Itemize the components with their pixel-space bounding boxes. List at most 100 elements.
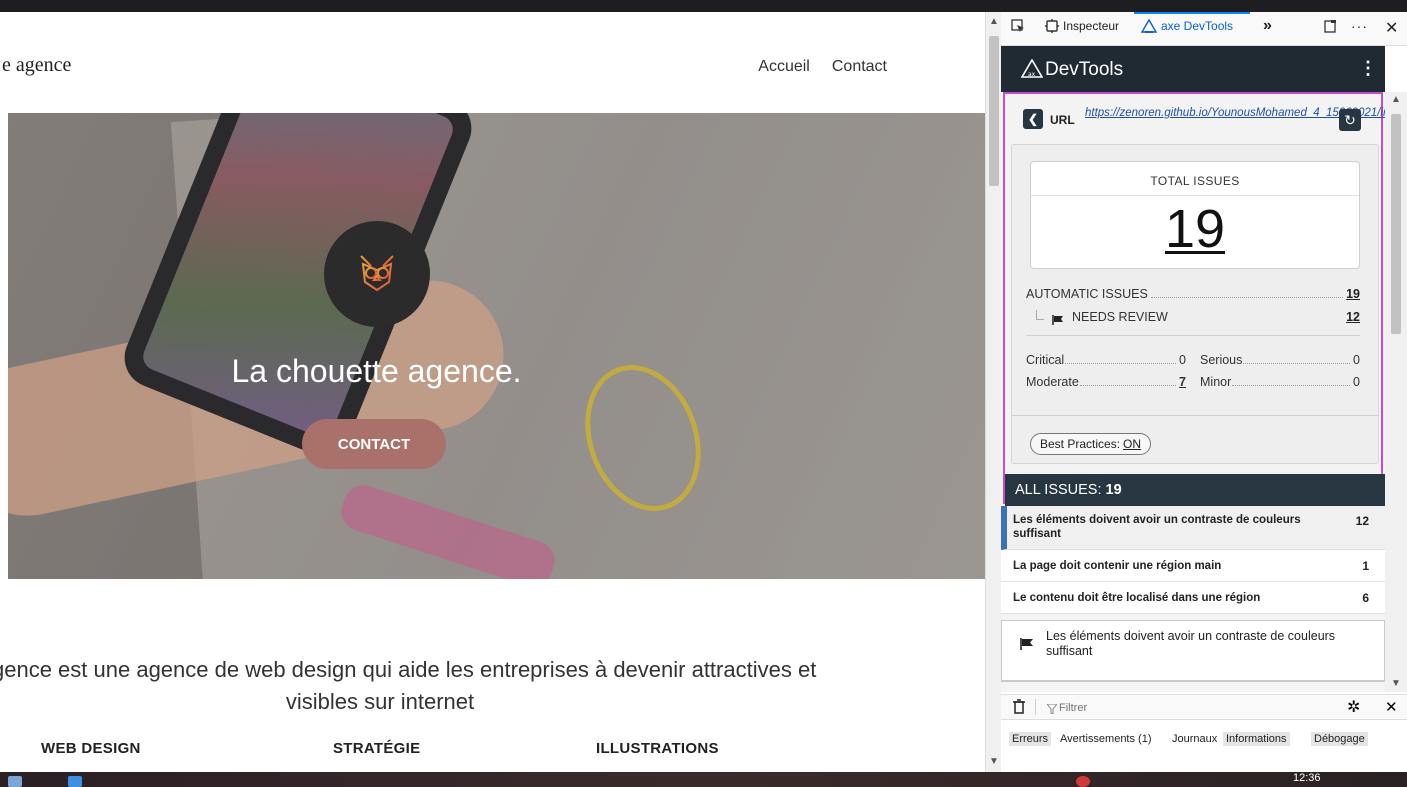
taskbar-app-icon[interactable]	[68, 776, 82, 787]
impact-serious: Serious 0	[1200, 349, 1360, 367]
screen: e agence Accueil Contact La chouette age…	[0, 0, 1407, 787]
page-scroll-thumb[interactable]	[989, 36, 999, 186]
scanned-url-link[interactable]: https://zenoren.github.io/YounousMohamed…	[1085, 106, 1385, 121]
taskbar-app-icon[interactable]	[8, 776, 22, 787]
console-tab-avertissements[interactable]: Avertissements (1)	[1057, 732, 1155, 746]
console-tab-erreurs[interactable]: Erreurs	[1009, 732, 1052, 746]
nav-link-accueil[interactable]: Accueil	[758, 58, 810, 76]
console-level-tabs: Erreurs Avertissements (1) Journaux Info…	[1001, 720, 1407, 756]
intro-line-1: gence est une agence de web design qui a…	[0, 657, 817, 682]
console-filter-input[interactable]	[1059, 700, 1349, 716]
more-options-icon[interactable]: ···	[1351, 18, 1368, 34]
nav-link-contact[interactable]: Contact	[832, 58, 887, 76]
needs-review-value[interactable]: 12	[1346, 310, 1360, 324]
issue-text: La page doit contenir une région main	[1013, 560, 1222, 572]
impact-serious-value: 0	[1353, 353, 1360, 367]
element-picker-icon[interactable]	[1011, 19, 1025, 33]
divider	[1031, 195, 1359, 196]
automatic-issues-value[interactable]: 19	[1346, 287, 1360, 301]
axe-scroll-thumb[interactable]	[1391, 114, 1401, 334]
impact-moderate: Moderate 7	[1026, 371, 1186, 389]
intro-line-2: visibles sur internet	[285, 689, 475, 714]
console-filter-bar: ✲ ✕	[1001, 694, 1407, 720]
taskbar-clock[interactable]: 12:36	[1293, 772, 1321, 784]
site-nav: Accueil Contact	[758, 58, 887, 76]
service-illustrations: ILLUSTRATIONS	[596, 740, 719, 757]
axe-scrollbar[interactable]: ▲ ▼	[1385, 92, 1407, 692]
best-practices-value[interactable]: ON	[1123, 437, 1141, 451]
dock-side-icon[interactable]	[1323, 19, 1337, 33]
impact-breakdown: Critical 0 Serious 0 Moderate 7 Minor 0	[1026, 349, 1360, 393]
more-tabs-chevron-icon[interactable]: »	[1263, 17, 1272, 35]
console-tab-journaux[interactable]: Journaux	[1169, 732, 1220, 746]
site-header: e agence Accueil Contact	[0, 12, 985, 112]
issue-detail-text: Les éléments doivent avoir un contraste …	[1046, 629, 1336, 658]
impact-minor: Minor 0	[1200, 371, 1360, 389]
divider	[1012, 415, 1378, 416]
devtools-toolbar: Inspecteur axe DevTools » ··· ✕	[1001, 12, 1407, 46]
scroll-down-icon[interactable]: ▼	[1385, 678, 1407, 689]
issue-list: Les éléments doivent avoir un contraste …	[1001, 506, 1385, 614]
tree-connector	[1036, 310, 1044, 320]
filter-icon	[1045, 701, 1059, 719]
hero-title: La chouette agence.	[231, 353, 522, 389]
needs-review-row: NEEDS REVIEW 12	[1036, 306, 1360, 325]
best-practices-toggle[interactable]: Best Practices: ON	[1030, 433, 1152, 455]
impact-minor-value: 0	[1353, 375, 1360, 389]
automatic-issues-label: AUTOMATIC ISSUES	[1026, 287, 1148, 301]
service-web-design: WEB DESIGN	[41, 740, 141, 757]
flag-icon	[1052, 314, 1064, 325]
owl-logo-icon	[324, 221, 430, 327]
services-row: WEB DESIGN STRATÉGIE ILLUSTRATIONS	[0, 740, 985, 762]
back-arrow-icon[interactable]: ❮	[1023, 109, 1043, 129]
dot-leader	[1150, 297, 1344, 298]
scroll-up-icon[interactable]: ▲	[1385, 94, 1407, 105]
axe-triangle-icon	[1141, 19, 1157, 33]
best-practices-label: Best Practices:	[1040, 437, 1121, 451]
site-brand[interactable]: e agence	[2, 54, 71, 77]
tab-axe-devtools[interactable]: axe DevTools	[1141, 19, 1233, 33]
total-issues-label: TOTAL ISSUES	[1150, 174, 1240, 188]
hero-banner: La chouette agence. CONTACT	[8, 113, 985, 579]
service-strategie: STRATÉGIE	[333, 740, 421, 757]
axe-title: DevTools	[1045, 59, 1124, 80]
issue-count: 1	[1362, 559, 1369, 573]
close-console-icon[interactable]: ✕	[1385, 698, 1398, 716]
scroll-up-icon[interactable]: ▲	[986, 16, 1002, 27]
issue-detail-card[interactable]: Les éléments doivent avoir un contraste …	[1001, 620, 1385, 682]
axe-logo-icon: ax	[1020, 58, 1044, 84]
rescan-icon[interactable]: ↻	[1339, 109, 1361, 131]
axe-menu-kebab-icon[interactable]: ⋮	[1359, 58, 1377, 79]
needs-review-label: NEEDS REVIEW	[1072, 310, 1168, 324]
impact-minor-label: Minor	[1200, 375, 1232, 389]
issue-item-region[interactable]: Le contenu doit être localisé dans une r…	[1001, 582, 1385, 614]
window-top-strip	[0, 0, 1407, 12]
url-label: URL	[1050, 113, 1075, 127]
all-issues-header: ALL ISSUES: 19	[1005, 474, 1385, 506]
impact-moderate-value[interactable]: 7	[1179, 375, 1186, 389]
total-issues-count[interactable]: 19	[1031, 198, 1359, 260]
impact-critical-value: 0	[1179, 353, 1186, 367]
page-scrollbar[interactable]: ▲ ▼	[985, 12, 1001, 772]
all-issues-count: 19	[1105, 482, 1122, 498]
scroll-down-icon[interactable]: ▼	[986, 756, 1002, 767]
divider	[1026, 335, 1360, 336]
impact-serious-label: Serious	[1200, 353, 1243, 367]
contact-button[interactable]: CONTACT	[302, 419, 446, 469]
total-issues-value[interactable]: 19	[1165, 199, 1225, 259]
flag-icon	[1020, 637, 1034, 655]
website-viewport: e agence Accueil Contact La chouette age…	[0, 12, 985, 772]
console-tab-debogage[interactable]: Débogage	[1311, 732, 1368, 746]
close-devtools-icon[interactable]: ✕	[1385, 18, 1398, 38]
tab-inspecteur[interactable]: Inspecteur	[1045, 19, 1119, 33]
issue-text: Les éléments doivent avoir un contraste …	[1013, 514, 1301, 540]
console-tab-informations[interactable]: Informations	[1223, 732, 1290, 746]
issue-count: 6	[1362, 591, 1369, 605]
divider	[1035, 699, 1036, 715]
issue-item-contrast[interactable]: Les éléments doivent avoir un contraste …	[1001, 506, 1385, 550]
issue-text: Le contenu doit être localisé dans une r…	[1013, 592, 1261, 604]
taskbar-tray-icon[interactable]	[1076, 776, 1090, 787]
trash-icon[interactable]	[1013, 699, 1025, 719]
settings-gear-icon[interactable]: ✲	[1347, 697, 1360, 717]
issue-item-main-region[interactable]: La page doit contenir une région main 1	[1001, 550, 1385, 582]
